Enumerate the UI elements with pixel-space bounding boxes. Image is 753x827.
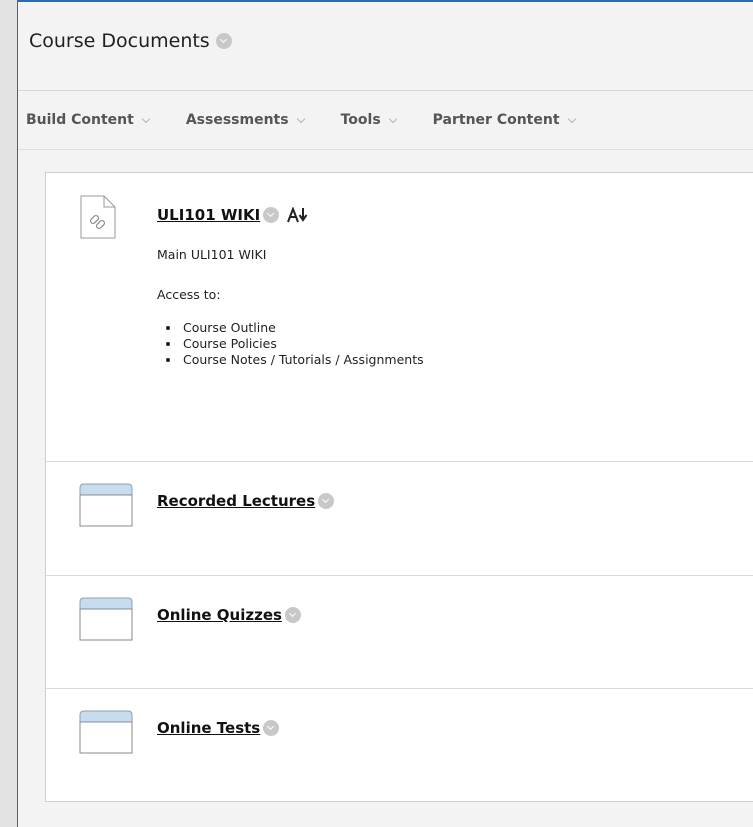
recorded-lectures-link[interactable]: Recorded Lectures xyxy=(157,492,335,510)
title-bar: Course Documents xyxy=(18,2,753,91)
alternative-formats-icon[interactable] xyxy=(287,207,309,223)
access-list: Course Outline Course Policies Course No… xyxy=(157,320,424,368)
chevron-down-icon xyxy=(141,114,151,123)
build-content-label: Build Content xyxy=(26,112,134,128)
online-quizzes-link[interactable]: Online Quizzes xyxy=(157,606,301,624)
list-item: Course Outline xyxy=(181,320,424,336)
item-options-chevron-icon[interactable] xyxy=(318,493,335,509)
recorded-lectures-link-text[interactable]: Recorded Lectures xyxy=(157,492,315,510)
partner-content-menu[interactable]: Partner Content xyxy=(432,112,576,128)
chevron-down-icon xyxy=(388,114,397,123)
item-options-chevron-icon[interactable] xyxy=(284,607,301,623)
tools-menu[interactable]: Tools xyxy=(340,112,397,128)
item-options-chevron-icon[interactable] xyxy=(263,720,280,736)
wiki-link[interactable]: ULI101 WIKI xyxy=(157,206,309,224)
content-item-recorded-lectures: Recorded Lectures xyxy=(46,462,753,576)
content-item-online-tests: Online Tests xyxy=(46,689,753,801)
page-title-text: Course Documents xyxy=(29,30,210,52)
online-tests-link-text[interactable]: Online Tests xyxy=(157,719,260,737)
list-item: Course Notes / Tutorials / Assignments xyxy=(181,352,424,368)
folder-icon xyxy=(79,710,133,754)
chevron-down-icon xyxy=(567,114,576,123)
online-quizzes-link-text[interactable]: Online Quizzes xyxy=(157,606,282,624)
page-title: Course Documents xyxy=(29,30,232,52)
build-content-menu[interactable]: Build Content xyxy=(26,112,151,128)
chevron-down-icon xyxy=(296,114,305,123)
content-list: ULI101 WIKI Main ULI101 WIKI Access to: … xyxy=(45,172,753,802)
course-documents-panel: Course Documents Build Content Assessmen… xyxy=(17,0,753,827)
assessments-menu[interactable]: Assessments xyxy=(185,112,305,128)
online-tests-link[interactable]: Online Tests xyxy=(157,719,280,737)
folder-icon xyxy=(79,597,133,641)
assessments-label: Assessments xyxy=(185,112,289,128)
list-item: Course Policies xyxy=(181,336,424,352)
tools-label: Tools xyxy=(340,112,381,128)
content-item-wiki: ULI101 WIKI Main ULI101 WIKI Access to: … xyxy=(46,173,753,462)
web-link-file-icon xyxy=(80,195,116,239)
partner-content-label: Partner Content xyxy=(432,112,560,128)
content-item-online-quizzes: Online Quizzes xyxy=(46,576,753,689)
page-options-chevron-icon[interactable] xyxy=(215,33,232,49)
item-description: Main ULI101 WIKI xyxy=(157,247,267,262)
action-bar: Build Content Assessments Tools Partner … xyxy=(18,91,753,150)
wiki-link-text[interactable]: ULI101 WIKI xyxy=(157,206,260,224)
item-options-chevron-icon[interactable] xyxy=(263,207,280,223)
folder-icon xyxy=(79,483,133,527)
access-label: Access to: xyxy=(157,287,221,302)
